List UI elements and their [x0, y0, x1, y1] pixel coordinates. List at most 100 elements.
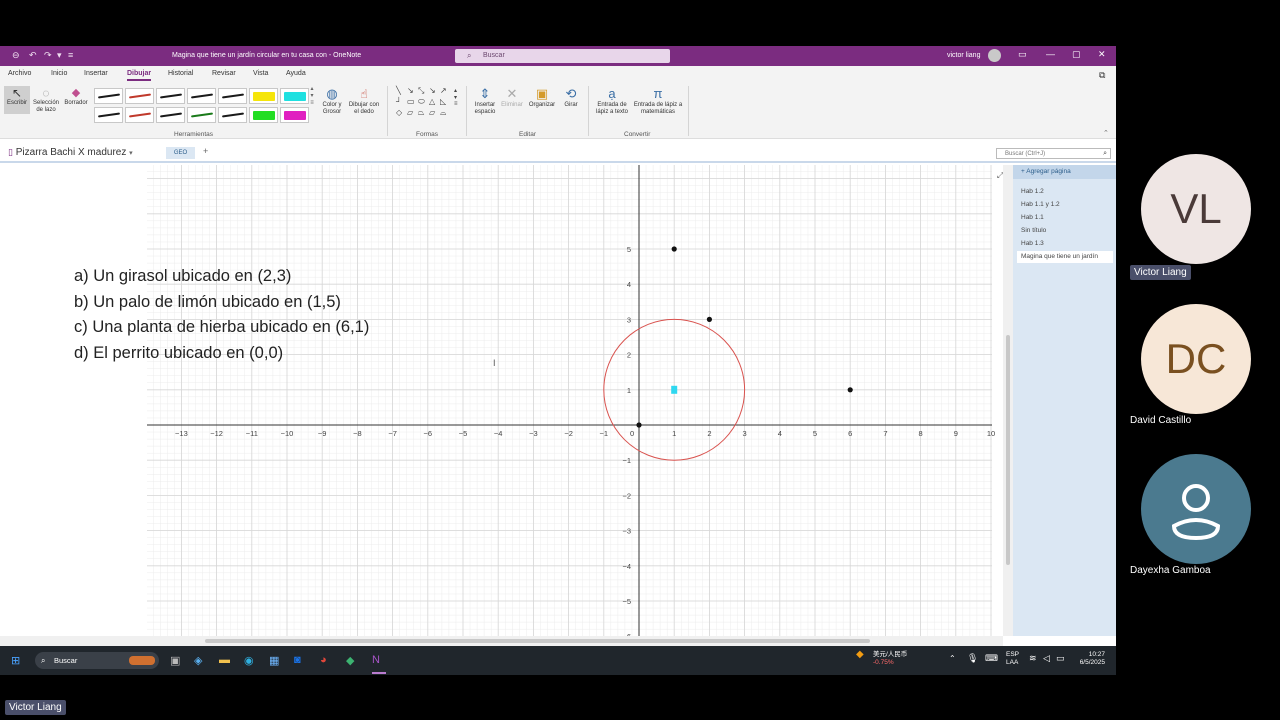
menu-revisar[interactable]: Revisar — [212, 70, 236, 77]
edge-icon[interactable]: ◉ — [244, 654, 254, 667]
wifi-icon[interactable]: ≋ — [1029, 654, 1037, 663]
pen-swatch[interactable] — [94, 88, 123, 104]
axis-shape-icon[interactable]: ↗ — [440, 86, 447, 95]
tool-escribir[interactable]: ↖ Escribir — [4, 86, 30, 114]
show-hidden-icons-icon[interactable]: ⌃ — [949, 655, 956, 663]
page-item[interactable]: Hab 1.2 — [1021, 188, 1044, 195]
page-item[interactable]: Hab 1.1 — [1021, 214, 1044, 221]
pen-swatch[interactable] — [156, 107, 185, 123]
trapezoid-shape-icon[interactable]: ⏢ — [418, 108, 424, 118]
outlook-icon[interactable]: ◙ — [294, 654, 301, 666]
add-page-button[interactable]: + Agregar página — [1013, 165, 1116, 179]
notebook-search-input[interactable]: Buscar (Ctrl+J) ⌕ — [996, 148, 1111, 159]
color-grosor-button[interactable]: ◍ Color y Grosor — [318, 86, 346, 116]
right-triangle-shape-icon[interactable]: ◺ — [440, 97, 446, 106]
shapes-more-icon[interactable]: ▴ ▾ ≡ — [454, 87, 458, 107]
user-avatar[interactable] — [988, 49, 1001, 62]
pen-swatch[interactable] — [249, 107, 278, 123]
ellipse-shape-icon[interactable]: ⬭ — [418, 97, 425, 107]
menu-ayuda[interactable]: Ayuda — [286, 70, 306, 77]
rotate-button[interactable]: ⟲ Girar — [559, 86, 583, 109]
cylinder-shape-icon[interactable]: ⌓ — [440, 108, 446, 118]
rectangle-shape-icon[interactable]: ▭ — [407, 97, 415, 106]
pen-swatch[interactable] — [218, 88, 247, 104]
keyboard-icon[interactable]: ⌨ — [985, 654, 998, 663]
add-section-icon[interactable]: + — [203, 146, 208, 156]
line-shape-icon[interactable]: ╲ — [396, 86, 401, 95]
pen-swatch[interactable] — [94, 107, 123, 123]
section-tab-geo[interactable]: GEO — [166, 147, 195, 159]
pen-swatch[interactable] — [125, 107, 154, 123]
currency-widget-icon[interactable]: ◆ — [856, 650, 864, 660]
pen-gallery-more-icon[interactable]: ▴ ▾ ≡ — [309, 86, 315, 107]
pen-swatch[interactable] — [218, 107, 247, 123]
axes-shape-icon[interactable]: ┘ — [396, 97, 402, 106]
redo-icon[interactable]: ↷ — [44, 50, 52, 61]
store-icon[interactable]: ▦ — [269, 654, 279, 667]
page-item-selected[interactable]: Magina que tiene un jardín — [1017, 251, 1113, 263]
microphone-icon[interactable]: 🎙 — [967, 654, 978, 663]
clock[interactable]: 10:27 6/5/2025 — [1076, 651, 1105, 667]
pen-swatch[interactable] — [249, 88, 278, 104]
ribbon-display-icon[interactable]: ▭ — [1018, 49, 1027, 60]
ink-to-text-button[interactable]: ạ Entrada de lápiz a texto — [592, 86, 632, 116]
draw-finger-button[interactable]: ☝ Dibujar con el dedo — [346, 86, 382, 116]
volume-icon[interactable]: ◁ — [1043, 654, 1050, 663]
menu-dibujar[interactable]: Dibujar — [127, 70, 152, 81]
customize-icon[interactable]: ≡ — [68, 50, 73, 60]
diamond-shape-icon[interactable]: ◇ — [396, 108, 402, 117]
share-icon[interactable]: ⧉ — [1099, 70, 1105, 81]
onenote-taskbar-icon[interactable]: N — [372, 654, 380, 666]
horizontal-scrollbar[interactable] — [0, 636, 1003, 646]
pen-swatch[interactable] — [156, 88, 185, 104]
language-indicator[interactable]: ESP LAA — [1006, 651, 1019, 667]
page-item[interactable]: Sin título — [1021, 227, 1046, 234]
menu-insertar[interactable]: Insertar — [84, 70, 108, 77]
title-search-box[interactable]: ⌕ Buscar — [455, 49, 670, 63]
vertical-scrollbar[interactable] — [1003, 165, 1013, 636]
maximize-icon[interactable]: ▢ — [1072, 49, 1081, 60]
chrome-icon[interactable]: ◕ — [320, 654, 327, 666]
page-item[interactable]: Hab 1.1 y 1.2 — [1021, 201, 1060, 208]
menu-inicio[interactable]: Inicio — [51, 70, 67, 77]
tool-lasso[interactable]: ◌ Selección de lazo — [30, 86, 62, 114]
pen-swatch[interactable] — [187, 88, 216, 104]
menu-historial[interactable]: Historial — [168, 70, 193, 77]
minimize-icon[interactable]: — — [1046, 49, 1055, 59]
pen-swatch[interactable] — [280, 107, 309, 123]
insert-space-button[interactable]: ⇕ Insertar espacio — [470, 86, 500, 116]
notebook-selector[interactable]: ▯ Pizarra Bachi X madurez ▾ — [8, 147, 133, 158]
parallelogram-shape-icon[interactable]: ▱ — [407, 108, 413, 117]
back-icon[interactable]: ⊖ — [12, 50, 20, 61]
cube-shape-icon[interactable]: ▱ — [429, 108, 435, 117]
copilot-icon[interactable]: ◈ — [194, 654, 202, 667]
user-name[interactable]: victor liang — [947, 52, 980, 59]
tool-eraser[interactable]: ◆ Borrador — [62, 86, 90, 107]
page-canvas[interactable]: −13 −12 −11 −10 −9 −8 −7 −6 −5 −4 −3 −2 −1 1 2 3 4 5 6 7 8 9 1… — [0, 165, 1003, 636]
menu-vista[interactable]: Vista — [253, 70, 268, 77]
vertical-scroll-thumb[interactable] — [1006, 335, 1010, 565]
file-explorer-icon[interactable]: ▬ — [219, 654, 230, 666]
pen-swatch[interactable] — [125, 88, 154, 104]
ink-to-math-button[interactable]: π Entrada de lápiz a matemáticas — [632, 86, 684, 116]
close-icon[interactable]: ✕ — [1098, 49, 1106, 60]
app-icon[interactable]: ◆ — [346, 654, 354, 667]
taskbar-search[interactable]: ⌕ Buscar — [35, 652, 159, 669]
triangle-shape-icon[interactable]: △ — [429, 97, 435, 106]
double-arrow-shape-icon[interactable]: ⤡ — [418, 86, 424, 96]
pen-swatch[interactable] — [187, 107, 216, 123]
dropdown-icon[interactable]: ▾ — [57, 50, 62, 61]
menu-archivo[interactable]: Archivo — [8, 70, 31, 77]
undo-icon[interactable]: ↶ — [29, 50, 37, 61]
windows-start-icon[interactable]: ⊞ — [11, 654, 20, 667]
arrow2-shape-icon[interactable]: ↘ — [429, 86, 436, 95]
arrow-shape-icon[interactable]: ↘ — [407, 86, 414, 95]
currency-widget[interactable]: 美元/人民币 -0.75% — [873, 651, 907, 667]
delete-button[interactable]: ✕ Eliminar — [499, 86, 525, 109]
collapse-ribbon-icon[interactable]: ⌃ — [1103, 129, 1109, 137]
horizontal-scroll-thumb[interactable] — [205, 639, 870, 643]
organize-button[interactable]: ▣ Organizar — [526, 86, 558, 109]
pen-swatch[interactable] — [280, 88, 309, 104]
page-item[interactable]: Hab 1.3 — [1021, 240, 1044, 247]
task-view-icon[interactable]: ▣ — [170, 654, 180, 667]
